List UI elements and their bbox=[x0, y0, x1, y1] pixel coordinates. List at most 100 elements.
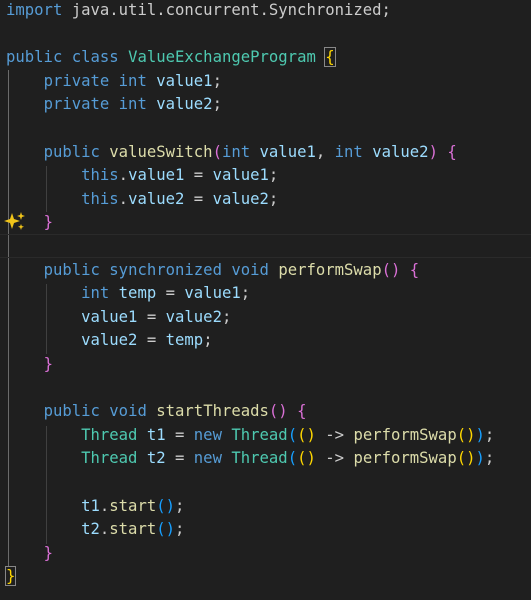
code-token: java.util.concurrent.Synchronized; bbox=[62, 1, 391, 19]
code-token: performSwap bbox=[278, 260, 382, 279]
code-token: void bbox=[231, 260, 269, 279]
code-token: { bbox=[447, 142, 457, 161]
code-line-text: } bbox=[6, 352, 53, 376]
code-token: { bbox=[324, 47, 336, 68]
sparkle-icon[interactable] bbox=[4, 211, 26, 231]
code-line-text: public void startThreads() { bbox=[6, 399, 307, 423]
code-token: this bbox=[81, 166, 119, 185]
code-token: . bbox=[99, 496, 110, 515]
code-token: ; bbox=[240, 284, 251, 303]
code-line[interactable]: public synchronized void performSwap() { bbox=[0, 258, 531, 282]
code-editor[interactable]: import java.util.concurrent.Synchronized… bbox=[0, 0, 531, 600]
code-line[interactable] bbox=[0, 22, 531, 46]
code-token: private bbox=[43, 71, 110, 90]
code-line[interactable] bbox=[0, 234, 531, 258]
code-token: start bbox=[109, 520, 157, 539]
code-token: value1 bbox=[184, 284, 241, 303]
code-line[interactable]: } bbox=[0, 541, 531, 565]
code-line[interactable]: } bbox=[0, 352, 531, 376]
code-token: ; bbox=[203, 331, 213, 350]
code-line-text: value1 = value2; bbox=[6, 305, 231, 329]
code-token: ) bbox=[475, 449, 485, 468]
code-line[interactable]: value2 = temp; bbox=[0, 328, 531, 352]
code-line[interactable]: } bbox=[0, 564, 531, 588]
code-line[interactable]: t1.start(); bbox=[0, 494, 531, 518]
code-line-text: value2 = temp; bbox=[6, 328, 213, 352]
code-line-text: private int value1; bbox=[6, 69, 222, 93]
code-token: value2 bbox=[212, 189, 269, 208]
code-line[interactable]: } bbox=[0, 210, 531, 234]
code-token: public bbox=[6, 48, 63, 67]
code-line[interactable]: Thread t2 = new Thread(() -> performSwap… bbox=[0, 446, 531, 470]
code-line[interactable] bbox=[0, 116, 531, 140]
code-line[interactable] bbox=[0, 376, 531, 400]
code-line[interactable]: public class ValueExchangeProgram { bbox=[0, 45, 531, 69]
code-token: . bbox=[99, 520, 110, 539]
code-token: value1 bbox=[128, 166, 185, 185]
code-line[interactable]: t2.start(); bbox=[0, 517, 531, 541]
code-token: new bbox=[193, 449, 222, 468]
code-token: ( bbox=[287, 449, 298, 468]
code-line[interactable]: int temp = value1; bbox=[0, 281, 531, 305]
code-token: value2 bbox=[372, 142, 429, 161]
code-token: t2 bbox=[81, 520, 100, 539]
code-line[interactable]: private int value1; bbox=[0, 69, 531, 93]
code-token: startThreads bbox=[156, 402, 269, 421]
code-token: int bbox=[118, 71, 147, 90]
code-line-text: } bbox=[4, 564, 17, 588]
code-token: () bbox=[381, 260, 401, 279]
code-token: = bbox=[156, 284, 185, 303]
code-token: . bbox=[118, 189, 129, 208]
code-token: Thread bbox=[231, 425, 288, 444]
code-token: start bbox=[109, 496, 157, 515]
code-line[interactable]: public void startThreads() { bbox=[0, 399, 531, 423]
code-token: ; bbox=[175, 496, 185, 515]
code-line[interactable]: import java.util.concurrent.Synchronized… bbox=[0, 0, 531, 22]
code-token: this bbox=[81, 189, 119, 208]
code-line[interactable]: Thread t1 = new Thread(() -> performSwap… bbox=[0, 423, 531, 447]
code-token: new bbox=[193, 425, 222, 444]
code-token: public bbox=[43, 402, 100, 421]
code-token: = bbox=[184, 189, 213, 208]
code-token: value1 bbox=[259, 142, 316, 161]
code-line[interactable]: private int value2; bbox=[0, 92, 531, 116]
code-token: ; bbox=[484, 449, 495, 468]
code-token: Thread bbox=[81, 449, 138, 468]
code-line[interactable]: this.value2 = value2; bbox=[0, 187, 531, 211]
code-line-text: } bbox=[6, 541, 53, 565]
code-token: () bbox=[268, 402, 288, 421]
code-token: temp bbox=[118, 284, 157, 303]
code-line[interactable]: public valueSwitch(int value1, int value… bbox=[0, 140, 531, 164]
code-line-text: public valueSwitch(int value1, int value… bbox=[6, 140, 457, 164]
code-token: ; bbox=[221, 307, 232, 326]
code-line[interactable]: value1 = value2; bbox=[0, 305, 531, 329]
code-line[interactable] bbox=[0, 470, 531, 494]
code-token: performSwap bbox=[353, 449, 457, 468]
code-line-text: t1.start(); bbox=[6, 494, 184, 518]
code-line[interactable]: this.value1 = value1; bbox=[0, 163, 531, 187]
code-token: ; bbox=[175, 520, 185, 539]
